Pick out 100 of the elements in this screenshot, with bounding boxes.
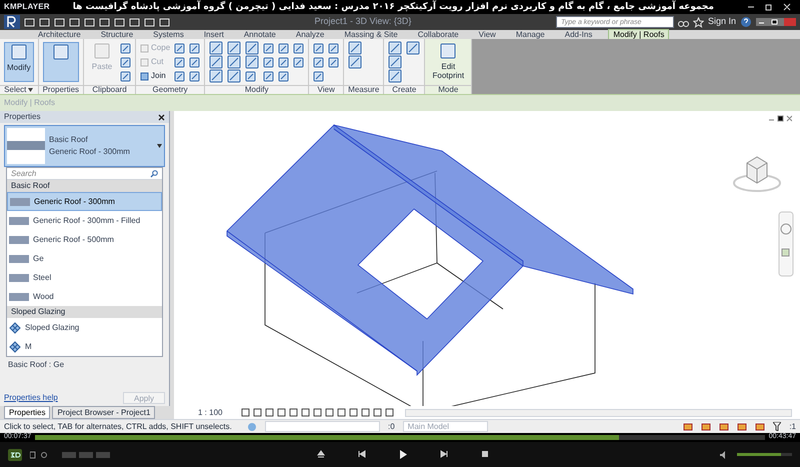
- tool-icon[interactable]: [209, 69, 224, 83]
- tool-icon[interactable]: [348, 55, 362, 69]
- stop-icon[interactable]: [480, 450, 490, 459]
- ribbon-tab[interactable]: Structure: [96, 30, 138, 39]
- tool-icon[interactable]: [174, 70, 186, 82]
- play-icon[interactable]: [398, 450, 408, 459]
- tool-icon[interactable]: [263, 70, 274, 82]
- type-option[interactable]: Generic Roof - 300mm - Filled: [7, 211, 162, 230]
- ribbon-tab[interactable]: Modify | Roofs: [608, 29, 670, 39]
- tool-icon[interactable]: [209, 55, 224, 69]
- tool-icon[interactable]: [120, 56, 132, 68]
- type-option[interactable]: Generic Roof - 500mm: [7, 230, 162, 249]
- window-buttons-icon[interactable]: [756, 17, 796, 27]
- toolbar-icon[interactable]: [159, 16, 170, 28]
- selection-icon[interactable]: [755, 422, 766, 432]
- toolbar-icon[interactable]: [54, 16, 65, 28]
- tool-icon[interactable]: [245, 55, 260, 69]
- tool-icon[interactable]: [174, 56, 186, 68]
- tool-icon[interactable]: [313, 56, 324, 68]
- star-icon[interactable]: [692, 16, 704, 28]
- tool-icon[interactable]: [227, 41, 242, 55]
- 3d-mode-icon[interactable]: [8, 448, 22, 460]
- toolbar-icon[interactable]: [129, 16, 140, 28]
- tool-icon[interactable]: [227, 69, 242, 83]
- help-link[interactable]: Properties help: [4, 392, 58, 404]
- toolbar-icon[interactable]: [39, 16, 50, 28]
- search-field[interactable]: Search: [11, 168, 150, 180]
- tool-icon[interactable]: [328, 42, 340, 54]
- tool-icon[interactable]: [278, 70, 290, 82]
- tool-icon[interactable]: [189, 70, 200, 82]
- tool-icon[interactable]: [388, 41, 402, 55]
- ribbon-tab[interactable]: Insert: [200, 30, 228, 39]
- type-option[interactable]: Sloped Glazing: [7, 318, 162, 337]
- sign-in-link[interactable]: Sign In: [708, 15, 736, 29]
- ribbon-button[interactable]: Modify: [4, 42, 34, 82]
- ribbon-tab[interactable]: View: [474, 30, 500, 39]
- ribbon-tab[interactable]: Annotate: [240, 30, 280, 39]
- tool-icon[interactable]: [278, 42, 290, 54]
- toolbar-icon[interactable]: [84, 16, 95, 28]
- panel-tab[interactable]: Project Browser - Project1: [52, 406, 156, 419]
- tool-icon[interactable]: [313, 70, 324, 82]
- tool-icon[interactable]: [388, 55, 402, 69]
- toolbar-icon[interactable]: [144, 16, 155, 28]
- tool-icon[interactable]: [245, 41, 260, 55]
- ribbon-tab[interactable]: Add-Ins: [560, 30, 596, 39]
- type-option[interactable]: M: [7, 337, 162, 356]
- tool-icon[interactable]: [189, 42, 200, 54]
- ribbon-tab[interactable]: Analyze: [292, 30, 328, 39]
- tool-icon[interactable]: [278, 56, 290, 68]
- tool-icon[interactable]: [245, 70, 256, 82]
- type-option[interactable]: Generic Roof - 300mm: [7, 192, 162, 211]
- type-option[interactable]: Wood: [7, 287, 162, 306]
- horizontal-scrollbar[interactable]: [405, 408, 792, 416]
- tool-icon[interactable]: [174, 42, 186, 54]
- tool-icon[interactable]: [263, 56, 274, 68]
- toolbar-icon[interactable]: [69, 16, 80, 28]
- ribbon-tab[interactable]: Collaborate: [414, 30, 463, 39]
- tool-icon[interactable]: [263, 42, 274, 54]
- previous-icon[interactable]: [358, 450, 366, 459]
- tool-icon[interactable]: [120, 70, 132, 82]
- toolbar-icon[interactable]: [24, 16, 35, 28]
- close-icon[interactable]: [158, 114, 165, 120]
- type-option[interactable]: Steel: [7, 268, 162, 287]
- toolbar-icon[interactable]: [114, 16, 125, 28]
- next-icon[interactable]: [440, 450, 448, 459]
- tool-icon[interactable]: [388, 69, 402, 83]
- navigation-bar-icon[interactable]: [778, 211, 794, 277]
- toolbar-icon[interactable]: [99, 16, 110, 28]
- tool-icon[interactable]: [209, 41, 224, 55]
- tool-icon[interactable]: [313, 42, 324, 54]
- view-scale[interactable]: 1 : 100: [198, 406, 222, 418]
- ribbon-tab[interactable]: Manage: [512, 30, 549, 39]
- seek-bar[interactable]: [35, 435, 765, 440]
- ribbon-tab[interactable]: Architecture: [34, 30, 85, 39]
- app-logo-icon[interactable]: [4, 15, 20, 29]
- eject-icon[interactable]: [316, 450, 326, 459]
- tool-icon[interactable]: [328, 56, 340, 68]
- ribbon-tab[interactable]: Massing & Site: [340, 30, 402, 39]
- selection-icon[interactable]: [737, 422, 748, 432]
- tool-icon[interactable]: [189, 56, 200, 68]
- ribbon-tab[interactable]: Systems: [149, 30, 188, 39]
- tool-icon[interactable]: [348, 41, 362, 55]
- tool-icon[interactable]: [406, 41, 420, 55]
- ribbon-button[interactable]: Edit Footprint: [429, 42, 468, 82]
- selection-icon[interactable]: [683, 422, 694, 432]
- ribbon-button[interactable]: [42, 42, 80, 82]
- type-option[interactable]: Ge: [7, 249, 162, 268]
- tool-icon[interactable]: [120, 42, 132, 54]
- view-window-controls-icon[interactable]: [768, 115, 792, 122]
- selection-icon[interactable]: [701, 422, 712, 432]
- caret-icon[interactable]: [28, 88, 34, 92]
- tool-icon[interactable]: [227, 55, 242, 69]
- tool-icon[interactable]: [293, 56, 304, 68]
- tool-icon[interactable]: [293, 42, 304, 54]
- help-icon[interactable]: [740, 16, 752, 28]
- volume-slider[interactable]: [737, 453, 792, 456]
- ribbon-button[interactable]: Join: [140, 70, 170, 82]
- panel-tab[interactable]: Properties: [4, 406, 50, 419]
- type-selector[interactable]: Basic Roof Generic Roof - 300mm: [4, 125, 165, 167]
- selection-icon[interactable]: [719, 422, 730, 432]
